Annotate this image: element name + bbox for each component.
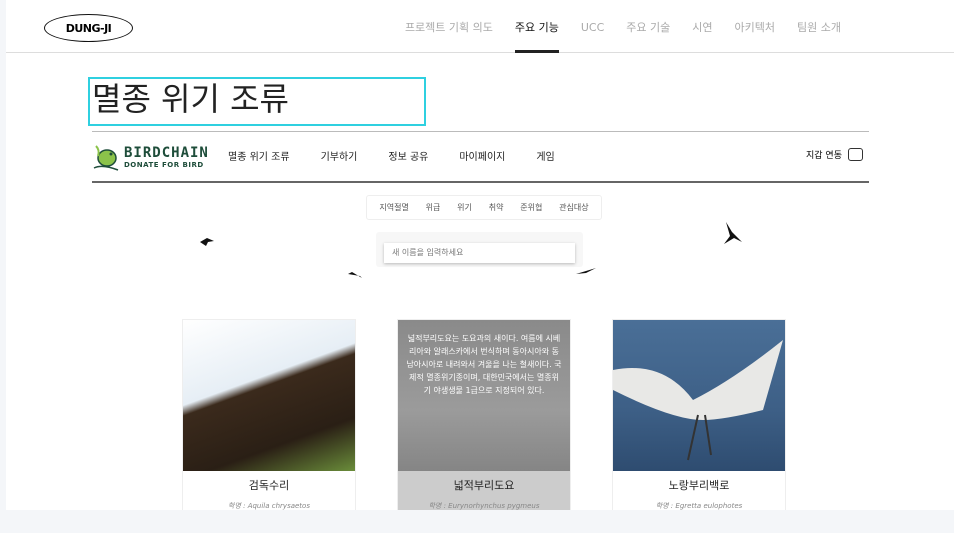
bird-description: 넓적부리도요는 도요과의 새이다. 여름에 시베리아와 알래스카에서 번식하며 … (406, 334, 562, 395)
bird-name: 넓적부리도요 (453, 479, 515, 492)
bird-card[interactable]: 노랑부리백로 학명 : Egretta eulophotes 위기 (612, 319, 786, 519)
bird-image (613, 320, 785, 471)
nav-item-intent[interactable]: 프로젝트 기획 의도 (394, 0, 504, 53)
app-nav-info[interactable]: 정보 공유 (388, 132, 428, 184)
filter-critical[interactable]: 위급 (426, 202, 441, 213)
app-nav-donate[interactable]: 기부하기 (321, 132, 358, 184)
flying-bird-icon (200, 238, 214, 246)
logo[interactable]: DUNG-JI (44, 14, 133, 42)
filter-endangered[interactable]: 위기 (457, 202, 472, 213)
page: DUNG-JI 프로젝트 기획 의도 주요 기능 UCC 주요 기술 시연 아키… (6, 0, 954, 533)
nav-item-ucc[interactable]: UCC (570, 0, 615, 53)
bird-card[interactable]: 검독수리 학명 : Aquila chrysaetos 위기 (182, 319, 356, 519)
flying-bird-icon (576, 268, 596, 274)
wallet-icon (848, 148, 863, 161)
flying-bird-icon (724, 222, 742, 244)
app-preview: BIRDCHAIN DONATE FOR BIRD 멸종 위기 조류 기부하기 정… (92, 131, 869, 519)
app-nav-game[interactable]: 게임 (536, 132, 554, 184)
bird-name: 노랑부리백로 (668, 479, 730, 492)
nav-item-features[interactable]: 주요 기능 (504, 0, 570, 53)
bird-image (183, 320, 355, 471)
app-header: BIRDCHAIN DONATE FOR BIRD 멸종 위기 조류 기부하기 정… (92, 132, 869, 183)
nav-item-team[interactable]: 팀원 소개 (786, 0, 852, 53)
bird-logo-icon (93, 145, 119, 171)
app-nav-endangered[interactable]: 멸종 위기 조류 (228, 132, 290, 184)
search-box (376, 232, 583, 267)
wallet-label: 지갑 연동 (806, 151, 842, 161)
wallet-connect-button[interactable]: 지갑 연동 (806, 148, 863, 161)
top-navigation: DUNG-JI 프로젝트 기획 의도 주요 기능 UCC 주요 기술 시연 아키… (6, 0, 954, 53)
filter-least-concern[interactable]: 관심대상 (559, 202, 588, 213)
nav-item-architecture[interactable]: 아키텍처 (724, 0, 786, 53)
bird-image: 넓적부리도요는 도요과의 새이다. 여름에 시베리아와 알래스카에서 번식하며 … (398, 320, 570, 471)
filter-near-threatened[interactable]: 준위협 (520, 202, 542, 213)
status-filter: 지역절멸 위급 위기 취약 준위협 관심대상 (366, 195, 602, 220)
filter-extinct-regional[interactable]: 지역절멸 (379, 202, 408, 213)
brand-tagline: DONATE FOR BIRD (124, 161, 204, 169)
bird-name: 검독수리 (248, 479, 290, 492)
bird-search-input[interactable] (384, 242, 575, 263)
bird-card[interactable]: 넓적부리도요는 도요과의 새이다. 여름에 시베리아와 알래스카에서 번식하며 … (397, 319, 571, 519)
bottom-margin (0, 510, 954, 533)
nav-item-tech[interactable]: 주요 기술 (615, 0, 681, 53)
flying-bird-icon (348, 272, 370, 286)
nav-item-demo[interactable]: 시연 (681, 0, 723, 53)
filter-vulnerable[interactable]: 취약 (489, 202, 504, 213)
app-nav-mypage[interactable]: 마이페이지 (459, 132, 505, 184)
brand-name: BIRDCHAIN (124, 145, 209, 161)
brand-logo[interactable]: BIRDCHAIN DONATE FOR BIRD (92, 142, 209, 172)
page-title: 멸종 위기 조류 (88, 77, 426, 126)
